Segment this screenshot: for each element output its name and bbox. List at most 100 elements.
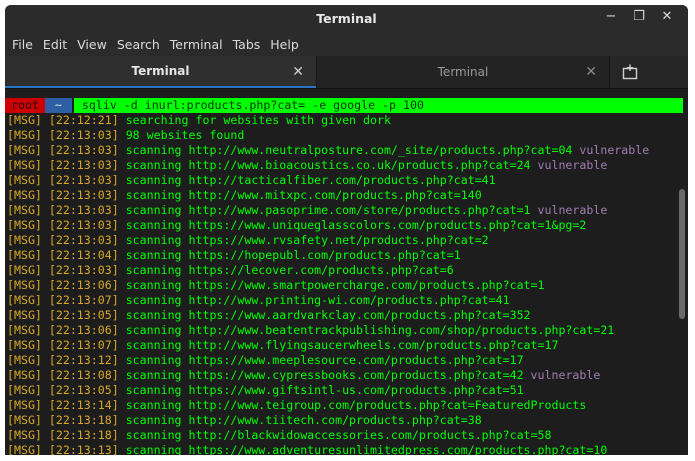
timestamp: [22:13:03] [48, 203, 119, 217]
message-text: scanning https://www.meeplesource.com/pr… [125, 353, 524, 367]
message-text: scanning http://www.beatentrackpublishin… [125, 323, 615, 337]
timestamp: [22:13:07] [48, 293, 119, 307]
msg-tag: [MSG] [7, 203, 42, 217]
message-text: scanning https://www.cypressbooks.com/pr… [125, 368, 524, 382]
message-text: scanning http://www.tiitech.com/products… [125, 413, 482, 427]
scrollbar-thumb[interactable] [679, 189, 685, 319]
close-icon[interactable]: ✕ [660, 10, 674, 24]
command-line[interactable]: sqliv -d inurl:products.php?cat= -e goog… [73, 97, 683, 113]
output-line: [MSG] [22:13:03] scanning https://www.rv… [5, 233, 688, 248]
timestamp: [22:13:03] [48, 128, 119, 142]
vulnerable-label: vulnerable [537, 203, 608, 217]
window-title: Terminal [316, 11, 377, 26]
output-line: [MSG] [22:13:03] scanning https://lecove… [5, 263, 688, 278]
timestamp: [22:13:04] [48, 248, 119, 262]
tab-bar: Terminal ✕ Terminal ✕ [5, 56, 688, 89]
message-text: scanning http://www.neutralposture.com/_… [125, 143, 573, 157]
timestamp: [22:13:14] [48, 398, 119, 412]
msg-tag: [MSG] [7, 218, 42, 232]
tab-terminal-2[interactable]: Terminal ✕ [316, 56, 609, 88]
message-text: searching for websites with given dork [125, 113, 391, 127]
menu-help[interactable]: Help [265, 37, 304, 52]
msg-tag: [MSG] [7, 413, 42, 427]
msg-tag: [MSG] [7, 338, 42, 352]
timestamp: [22:13:03] [48, 218, 119, 232]
output-line: [MSG] [22:13:18] scanning http://blackwi… [5, 428, 688, 443]
output-lines: [MSG] [22:12:21] searching for websites … [5, 113, 688, 455]
tab-terminal-1[interactable]: Terminal ✕ [5, 56, 316, 88]
msg-tag: [MSG] [7, 293, 42, 307]
msg-tag: [MSG] [7, 368, 42, 382]
menu-view[interactable]: View [72, 37, 112, 52]
msg-tag: [MSG] [7, 128, 42, 142]
msg-tag: [MSG] [7, 263, 42, 277]
tab-close-icon[interactable]: ✕ [585, 64, 597, 80]
msg-tag: [MSG] [7, 323, 42, 337]
message-text: scanning https://www.rvsafety.net/produc… [125, 233, 489, 247]
msg-tag: [MSG] [7, 188, 42, 202]
output-line: [MSG] [22:13:03] scanning https://www.un… [5, 218, 688, 233]
title-bar[interactable]: Terminal − ❐ ✕ [5, 5, 688, 32]
msg-tag: [MSG] [7, 278, 42, 292]
message-text: scanning https://lecover.com/products.ph… [125, 263, 454, 277]
output-line: [MSG] [22:13:07] scanning http://www.fly… [5, 338, 688, 353]
message-text: scanning https://hopepubl.com/products.p… [125, 248, 461, 262]
msg-tag: [MSG] [7, 443, 42, 455]
maximize-icon[interactable]: ❐ [632, 10, 646, 24]
timestamp: [22:13:13] [48, 443, 119, 455]
output-line: [MSG] [22:13:14] scanning http://www.tei… [5, 398, 688, 413]
terminal-output[interactable]: root ~ sqliv -d inurl:products.php?cat= … [5, 89, 688, 455]
msg-tag: [MSG] [7, 113, 42, 127]
shell-prompt: root ~ sqliv -d inurl:products.php?cat= … [5, 97, 688, 113]
timestamp: [22:13:07] [48, 338, 119, 352]
message-text: scanning http://www.bioacoustics.co.uk/p… [125, 158, 531, 172]
timestamp: [22:13:18] [48, 413, 119, 427]
tab-close-icon[interactable]: ✕ [292, 64, 304, 80]
output-line: [MSG] [22:13:18] scanning http://www.tii… [5, 413, 688, 428]
menu-tabs[interactable]: Tabs [228, 37, 266, 52]
output-line: [MSG] [22:13:05] scanning https://www.aa… [5, 308, 688, 323]
tab-label: Terminal [437, 65, 489, 79]
output-line: [MSG] [22:13:03] scanning http://tactica… [5, 173, 688, 188]
message-text: scanning http://www.teigroup.com/product… [125, 398, 587, 412]
menu-bar: File Edit View Search Terminal Tabs Help [5, 32, 688, 56]
menu-search[interactable]: Search [112, 37, 165, 52]
msg-tag: [MSG] [7, 398, 42, 412]
message-text: scanning http://www.flyingsaucerwheels.c… [125, 338, 559, 352]
message-text: scanning http://www.mitxpc.com/products.… [125, 188, 482, 202]
msg-tag: [MSG] [7, 158, 42, 172]
message-text: scanning https://www.uniqueglasscolors.c… [125, 218, 587, 232]
menu-edit[interactable]: Edit [38, 37, 72, 52]
menu-file[interactable]: File [7, 37, 38, 52]
timestamp: [22:13:03] [48, 173, 119, 187]
output-line: [MSG] [22:12:21] searching for websites … [5, 113, 688, 128]
timestamp: [22:13:18] [48, 428, 119, 442]
menu-terminal[interactable]: Terminal [165, 37, 228, 52]
message-text: scanning https://www.smartpowercharge.co… [125, 278, 545, 292]
tab-label: Terminal [131, 64, 190, 78]
output-line: [MSG] [22:13:13] scanning https://www.ad… [5, 443, 688, 455]
prompt-user: root [5, 97, 45, 113]
output-line: [MSG] [22:13:03] scanning http://www.mit… [5, 188, 688, 203]
timestamp: [22:13:08] [48, 368, 119, 382]
message-text: scanning http://tacticalfiber.com/produc… [125, 173, 496, 187]
message-text: scanning https://www.giftsintl-us.com/pr… [125, 383, 524, 397]
msg-tag: [MSG] [7, 248, 42, 262]
output-line: [MSG] [22:13:08] scanning https://www.cy… [5, 368, 688, 383]
output-line: [MSG] [22:13:05] scanning https://www.gi… [5, 383, 688, 398]
clipped-previous-line [5, 89, 688, 95]
timestamp: [22:13:12] [48, 353, 119, 367]
vulnerable-label: vulnerable [537, 158, 608, 172]
msg-tag: [MSG] [7, 353, 42, 367]
output-line: [MSG] [22:13:12] scanning https://www.me… [5, 353, 688, 368]
timestamp: [22:13:06] [48, 323, 119, 337]
timestamp: [22:13:03] [48, 143, 119, 157]
new-tab-button[interactable] [609, 56, 650, 88]
timestamp: [22:13:03] [48, 233, 119, 247]
terminal-window: Terminal − ❐ ✕ File Edit View Search Ter… [5, 5, 688, 455]
message-text: 98 websites found [125, 128, 245, 142]
vulnerable-label: vulnerable [579, 143, 650, 157]
timestamp: [22:13:05] [48, 308, 119, 322]
minimize-icon[interactable]: − [604, 10, 618, 24]
timestamp: [22:13:06] [48, 278, 119, 292]
